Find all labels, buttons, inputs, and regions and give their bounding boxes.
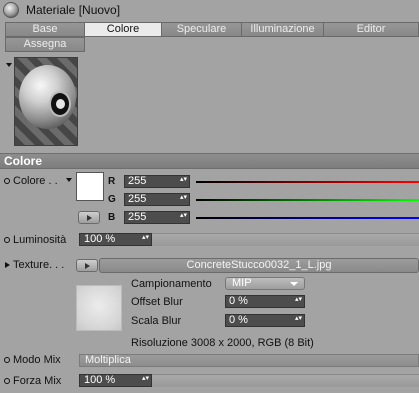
brightness-slider[interactable] [152, 233, 419, 246]
brightness-field[interactable]: 100 % ▴▾ [79, 233, 152, 246]
mix-mode-dropdown[interactable]: Moltiplica [79, 354, 419, 367]
section-header-colore: Colore [0, 153, 419, 169]
window-titlebar: Materiale [Nuovo] [0, 0, 419, 20]
mix-strength-label: Forza Mix [13, 375, 62, 387]
stepper-icon[interactable]: ▴▾ [295, 315, 302, 322]
chevron-down-icon [290, 282, 298, 286]
animate-dot-icon[interactable] [4, 237, 10, 243]
animate-dot-icon[interactable] [4, 178, 10, 184]
texture-label: Texture. . . [13, 259, 65, 271]
tab-base[interactable]: Base [5, 22, 85, 37]
red-value-field[interactable]: 255 ▴▾ [124, 175, 190, 188]
stepper-icon[interactable]: ▴▾ [180, 176, 187, 183]
texture-file-button[interactable]: ConcreteStucco0032_1_L.jpg [99, 258, 419, 273]
sampling-dropdown[interactable]: MIP [225, 277, 305, 290]
texture-resolution: Risoluzione 3008 x 2000, RGB (8 Bit) [131, 337, 314, 349]
texture-menu-arrow-icon [85, 263, 90, 269]
tab-colore[interactable]: Colore [84, 22, 162, 37]
stepper-icon[interactable]: ▴▾ [142, 234, 149, 241]
sampling-label: Campionamento [131, 278, 212, 290]
expand-arrow-icon [87, 215, 92, 221]
mix-strength-field[interactable]: 100 % ▴▾ [79, 374, 152, 387]
green-slider[interactable] [196, 199, 419, 201]
stepper-icon[interactable]: ▴▾ [295, 296, 302, 303]
window-title: Materiale [Nuovo] [26, 3, 121, 17]
tab-speculare[interactable]: Speculare [161, 22, 242, 37]
color-swatch[interactable] [76, 172, 104, 201]
tab-assegna[interactable]: Assegna [5, 37, 85, 52]
texture-menu-button[interactable] [76, 259, 98, 272]
scale-blur-field[interactable]: 0 % ▴▾ [225, 314, 305, 327]
preview-menu-arrow-icon[interactable] [6, 63, 12, 67]
channel-g-letter: G [108, 194, 116, 205]
color-label: Colore . . [13, 175, 58, 187]
red-slider[interactable] [196, 181, 419, 183]
preview-sphere [19, 65, 76, 129]
offset-blur-field[interactable]: 0 % ▴▾ [225, 295, 305, 308]
texture-thumbnail[interactable] [76, 285, 122, 331]
material-sphere-icon [3, 2, 19, 18]
blue-value-field[interactable]: 255 ▴▾ [124, 211, 190, 224]
mix-strength-slider[interactable] [152, 374, 419, 387]
tab-illuminazione[interactable]: Illuminazione [241, 22, 324, 37]
brightness-label: Luminosità [13, 234, 67, 246]
color-menu-arrow-icon[interactable] [66, 178, 72, 182]
offset-blur-label: Offset Blur [131, 296, 183, 308]
green-value-field[interactable]: 255 ▴▾ [124, 193, 190, 206]
color-expand-button[interactable] [78, 211, 100, 224]
texture-expand-arrow-icon[interactable] [5, 262, 10, 268]
material-preview[interactable] [14, 57, 78, 146]
channel-b-letter: B [108, 212, 116, 223]
tab-editor[interactable]: Editor [323, 22, 419, 37]
channel-r-letter: R [108, 176, 116, 187]
blue-slider[interactable] [196, 217, 419, 219]
stepper-icon[interactable]: ▴▾ [180, 212, 187, 219]
stepper-icon[interactable]: ▴▾ [180, 194, 187, 201]
mix-mode-label: Modo Mix [13, 354, 61, 366]
stepper-icon[interactable]: ▴▾ [142, 375, 149, 382]
animate-dot-icon[interactable] [4, 357, 10, 363]
scale-blur-label: Scala Blur [131, 315, 182, 327]
animate-dot-icon[interactable] [4, 378, 10, 384]
